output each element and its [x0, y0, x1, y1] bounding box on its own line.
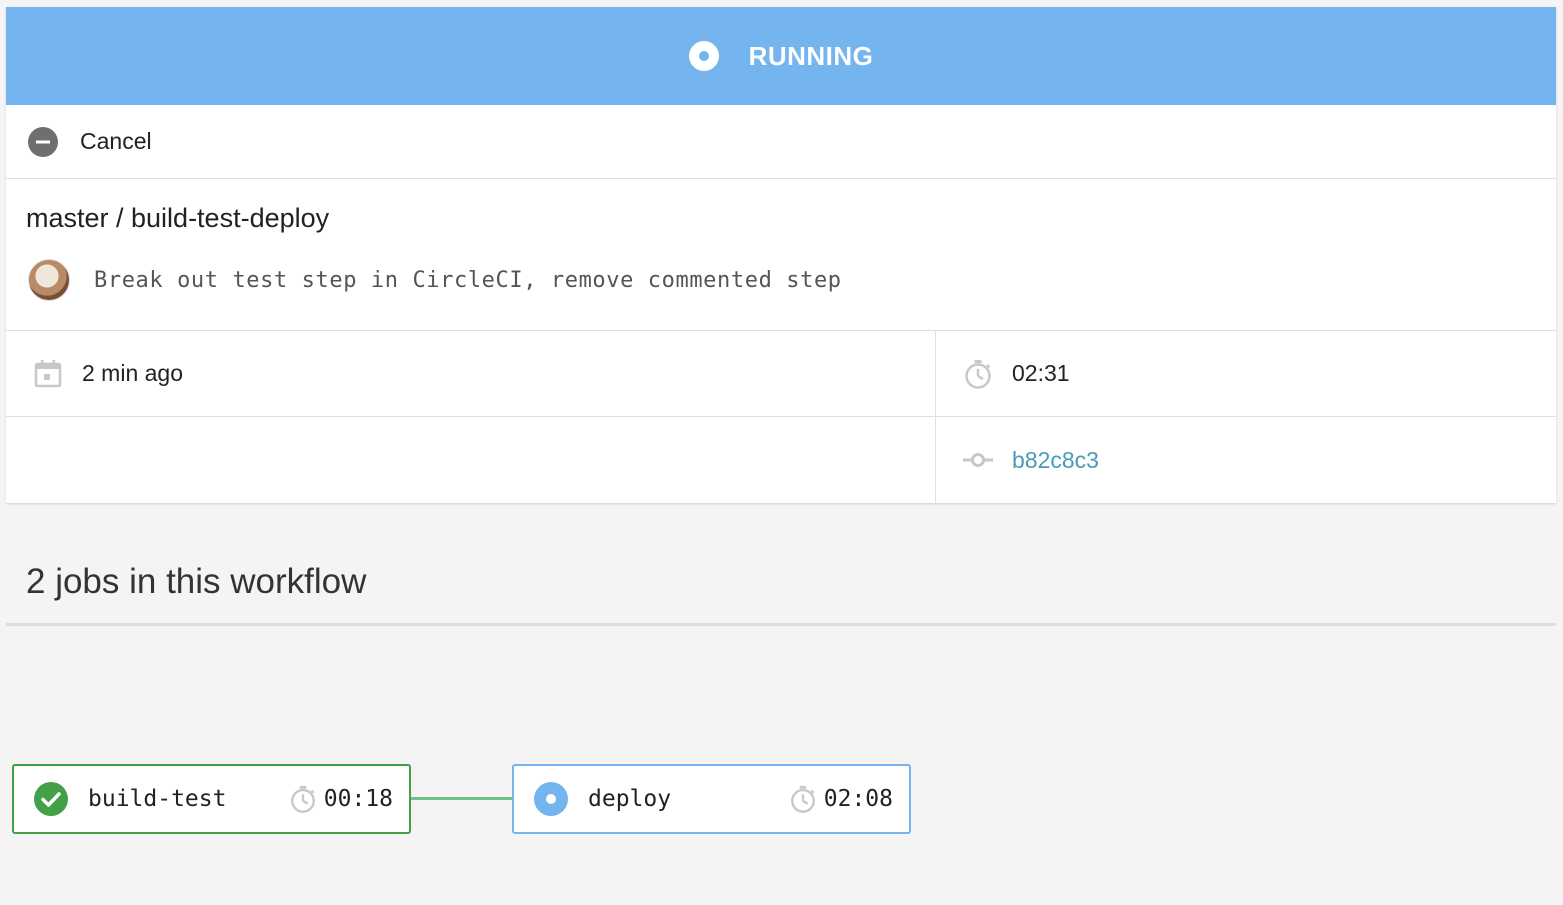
check-circle-icon: [34, 782, 68, 816]
job-deploy[interactable]: deploy 02:08: [512, 764, 911, 834]
started-time: 2 min ago: [82, 360, 184, 386]
workflow-title[interactable]: master / build-test-deploy: [26, 203, 329, 234]
stopwatch-icon: [965, 359, 991, 389]
cancel-button[interactable]: Cancel: [6, 105, 1556, 179]
started-cell: 2 min ago: [6, 331, 936, 417]
stopwatch-icon: [790, 785, 815, 813]
duration-cell: 02:31: [936, 331, 1556, 417]
empty-meta-cell: [6, 417, 936, 503]
duration-value: 02:31: [1012, 360, 1070, 386]
commit-sha-link[interactable]: b82c8c3: [1012, 447, 1099, 474]
commit-message: Break out test step in CircleCI, remove …: [94, 267, 842, 293]
avatar[interactable]: [28, 259, 70, 301]
calendar-icon: [34, 359, 62, 387]
job-name: deploy: [588, 786, 672, 812]
workflow-info: master / build-test-deploy Break out tes…: [6, 179, 1556, 331]
commit-cell: b82c8c3: [936, 417, 1556, 503]
job-connector: [411, 797, 512, 800]
running-dot-icon: [688, 41, 719, 71]
workflow-meta: 2 min ago 02:31 b82c8c3: [6, 331, 1556, 503]
status-banner: RUNNING: [6, 7, 1556, 105]
job-duration: 00:18: [323, 786, 393, 812]
workflow-summary-card: RUNNING Cancel master / build-test-deplo…: [6, 7, 1556, 503]
status-label: RUNNING: [748, 40, 874, 71]
minus-circle-icon: [28, 126, 58, 157]
stopwatch-icon: [290, 785, 315, 813]
cancel-label: Cancel: [80, 128, 152, 154]
job-duration: 02:08: [823, 786, 893, 812]
jobs-header: 2 jobs in this workflow: [26, 562, 367, 601]
job-name: build-test: [88, 786, 227, 812]
divider: [6, 623, 1556, 626]
running-dot-icon: [534, 782, 568, 816]
git-commit-icon: [963, 453, 993, 467]
job-build-test[interactable]: build-test 00:18: [12, 764, 411, 834]
commit-line: Break out test step in CircleCI, remove …: [28, 259, 842, 301]
